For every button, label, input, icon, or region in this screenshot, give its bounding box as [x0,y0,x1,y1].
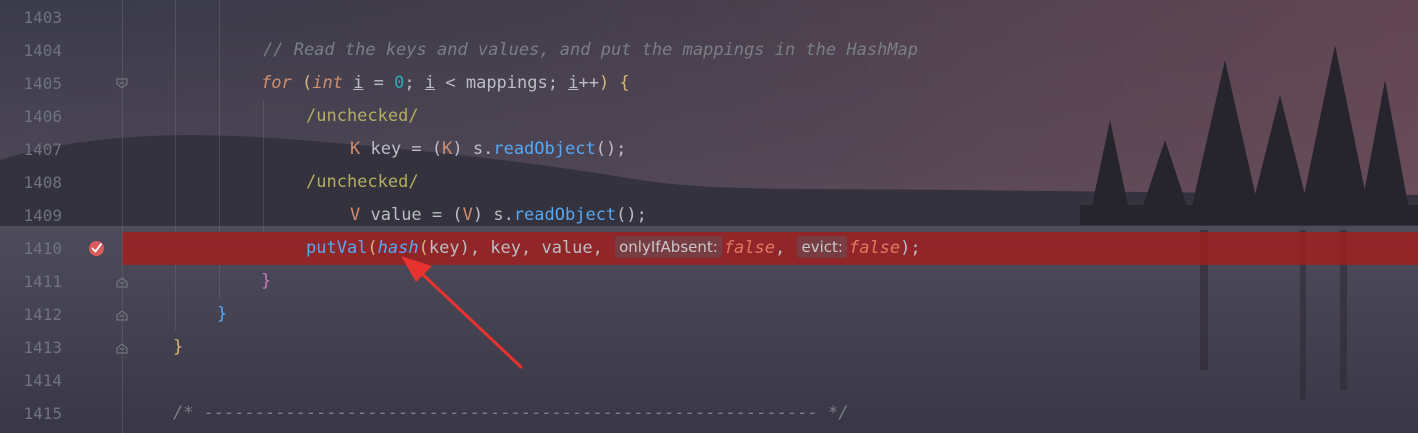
annotation-arrow [401,256,523,369]
